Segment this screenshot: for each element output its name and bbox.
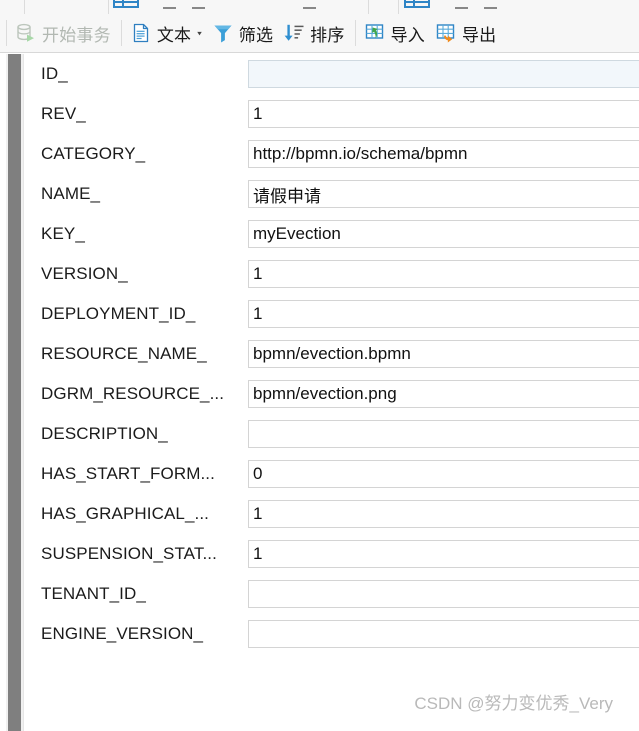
field-value-input[interactable]: http://bpmn.io/schema/bpmn — [248, 140, 639, 168]
field-value-input[interactable]: bpmn/evection.bpmn — [248, 340, 639, 368]
clipped-window-chrome — [0, 0, 639, 15]
form-row: VERSION_ 1 — [24, 254, 639, 294]
field-label: REV_ — [41, 104, 86, 123]
form-row: SUSPENSION_STAT... 1 — [24, 534, 639, 574]
form-row: CATEGORY_ http://bpmn.io/schema/bpmn — [24, 134, 639, 174]
form-row: NAME_ 请假申请 — [24, 174, 639, 214]
form-row: HAS_START_FORM... 0 — [24, 454, 639, 494]
vertical-scrollbar-thumb[interactable] — [8, 54, 21, 731]
field-value-input[interactable] — [248, 580, 639, 608]
form-row: RESOURCE_NAME_ bpmn/evection.bpmn — [24, 334, 639, 374]
field-label: DESCRIPTION_ — [41, 424, 168, 443]
field-label: SUSPENSION_STAT... — [41, 544, 217, 563]
text-button[interactable]: 文本 ▾ — [126, 17, 208, 49]
export-button-label: 导出 — [461, 25, 497, 45]
record-form-panel: ID_ REV_ 1 CATEGORY_ http://bpmn.io/schema/b… — [23, 54, 639, 731]
sort-button-label: 排序 — [310, 25, 345, 45]
field-value-input[interactable]: 1 — [248, 100, 639, 128]
chrome-grid-icon — [113, 0, 139, 8]
field-value-input[interactable] — [248, 60, 639, 88]
field-label: ENGINE_VERSION_ — [41, 624, 204, 643]
import-button[interactable]: 导入 — [360, 17, 431, 49]
form-row: REV_ 1 — [24, 94, 639, 134]
form-row: DESCRIPTION_ — [24, 414, 639, 454]
text-button-label: 文本 — [156, 25, 192, 45]
field-value-input[interactable]: 请假申请 — [248, 180, 639, 208]
field-value-input[interactable]: 1 — [248, 540, 639, 568]
field-value-input[interactable]: myEvection — [248, 220, 639, 248]
form-row: ID_ — [24, 54, 639, 94]
form-row: ENGINE_VERSION_ — [24, 614, 639, 654]
begin-transaction-label: 开始事务 — [42, 25, 111, 45]
main-toolbar: 开始事务 文本 ▾ 筛选 排序 导入 导出 — [0, 14, 639, 53]
field-label: ID_ — [41, 64, 68, 83]
sort-descending-icon — [283, 22, 305, 44]
field-label: HAS_GRAPHICAL_... — [41, 504, 209, 523]
field-value-input[interactable] — [248, 420, 639, 448]
import-button-label: 导入 — [390, 25, 425, 45]
field-value-input[interactable]: 0 — [248, 460, 639, 488]
begin-transaction-button[interactable]: 开始事务 — [11, 17, 117, 49]
field-value-input[interactable]: bpmn/evection.png — [248, 380, 639, 408]
field-label: DEPLOYMENT_ID_ — [41, 304, 196, 323]
chrome-text-fragment — [484, 7, 497, 9]
field-label: HAS_START_FORM... — [41, 464, 215, 483]
chrome-text-fragment — [303, 7, 316, 9]
form-row: TENANT_ID_ — [24, 574, 639, 614]
begin-transaction-icon — [15, 22, 37, 44]
chrome-grid-icon — [404, 0, 430, 8]
form-row: DGRM_RESOURCE_... bpmn/evection.png — [24, 374, 639, 414]
chrome-text-fragment — [192, 7, 205, 9]
field-label: DGRM_RESOURCE_... — [41, 384, 225, 403]
form-rows-container: ID_ REV_ 1 CATEGORY_ http://bpmn.io/schema/b… — [24, 54, 639, 654]
field-label: NAME_ — [41, 184, 101, 203]
chrome-divider — [398, 0, 399, 14]
import-grid-icon — [364, 22, 386, 44]
field-value-input[interactable] — [248, 620, 639, 648]
chevron-down-icon[interactable]: ▾ — [197, 29, 202, 38]
filter-button[interactable]: 筛选 — [208, 17, 279, 49]
toolbar-divider — [354, 20, 356, 46]
field-label: CATEGORY_ — [41, 144, 146, 163]
filter-button-label: 筛选 — [238, 25, 274, 45]
field-value-input[interactable]: 1 — [248, 300, 639, 328]
filter-funnel-icon — [212, 22, 234, 44]
toolbar-divider — [120, 20, 122, 46]
csdn-watermark: CSDN @努力变优秀_Very — [414, 694, 613, 713]
toolbar-divider — [6, 20, 7, 46]
chrome-divider — [368, 0, 369, 14]
text-document-icon — [130, 22, 152, 44]
form-row: HAS_GRAPHICAL_... 1 — [24, 494, 639, 534]
chrome-divider — [108, 0, 109, 14]
chrome-text-fragment — [163, 7, 176, 9]
export-button[interactable]: 导出 — [431, 17, 502, 49]
form-row: DEPLOYMENT_ID_ 1 — [24, 294, 639, 334]
field-label: VERSION_ — [41, 264, 128, 283]
field-label: RESOURCE_NAME_ — [41, 344, 207, 363]
chrome-text-fragment — [455, 7, 468, 9]
field-value-input[interactable]: 1 — [248, 260, 639, 288]
chrome-divider — [24, 0, 25, 14]
field-label: TENANT_ID_ — [41, 584, 146, 603]
export-grid-icon — [435, 22, 457, 44]
sort-button[interactable]: 排序 — [279, 17, 350, 49]
form-row: KEY_ myEvection — [24, 214, 639, 254]
field-value-input[interactable]: 1 — [248, 500, 639, 528]
field-label: KEY_ — [41, 224, 85, 243]
